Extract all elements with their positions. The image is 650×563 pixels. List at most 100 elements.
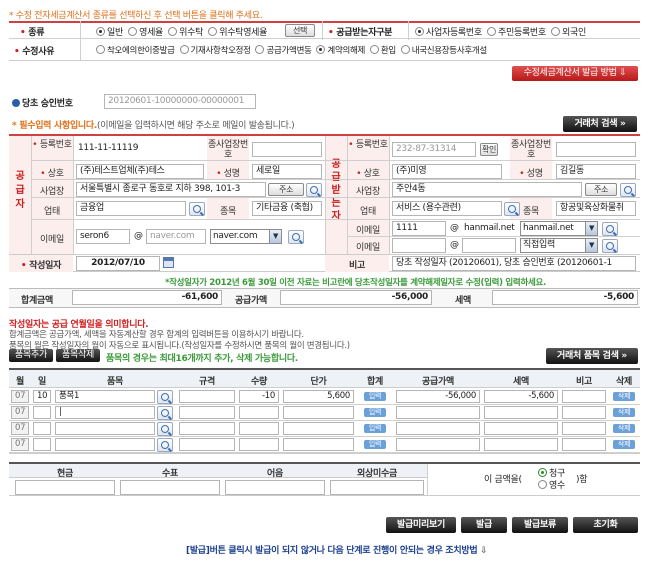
reason-radio-lc[interactable]: 내국신용장등사후개설 [400, 45, 487, 56]
partner-search-button[interactable]: 거래처 검색 » [563, 116, 637, 132]
row-note-input[interactable] [562, 406, 606, 419]
receiver-name-input[interactable]: (주)미영 [392, 164, 502, 179]
approval-input[interactable]: 20120601-10000000-00000001 [104, 94, 256, 109]
receiver-biztype-input[interactable]: 서비스 (용수관련) [392, 201, 502, 216]
receiver-address-input[interactable]: 주안4동 [392, 182, 582, 197]
row-supply-input[interactable] [396, 406, 480, 419]
row-supply-input[interactable] [396, 422, 480, 435]
supplier-email-id[interactable]: seron6 [76, 229, 130, 244]
write-date-input[interactable]: 2012/07/10 [76, 256, 160, 271]
receiver-email2-id[interactable] [392, 238, 446, 253]
recipient-radio-resident[interactable]: 주민등록번호 [487, 27, 546, 38]
row-month-input[interactable]: 07 [11, 390, 29, 403]
check-input[interactable] [120, 480, 220, 495]
row-note-input[interactable] [562, 422, 606, 435]
receipt-radio[interactable]: 영수 [538, 478, 565, 491]
receiver-address-button[interactable]: 주소 [585, 183, 617, 196]
issue-button[interactable]: 발급 [461, 517, 507, 533]
row-day-input[interactable]: 10 [33, 390, 51, 403]
row-input-button[interactable]: 입력 [364, 424, 386, 433]
revise-method-button[interactable]: 수정세금계산서 발급 방법 ⇩ [512, 66, 638, 81]
supplier-name-input[interactable]: (주)테스트업체(주)테스 [76, 164, 204, 179]
row-spec-input[interactable] [179, 390, 235, 403]
reason-radio-double[interactable]: 착오에의한이중발급 [96, 45, 175, 56]
receiver-email1-id[interactable]: 1111 [392, 221, 446, 236]
recipient-radio-biz[interactable]: 사업자등록번호 [415, 27, 482, 38]
receiver-ceo-input[interactable]: 김길동 [556, 164, 636, 179]
receiver-email2-select[interactable]: 직접입력 ▼ [520, 238, 598, 253]
row-day-input[interactable] [33, 422, 51, 435]
type-radio-consign[interactable]: 위수탁 [168, 27, 203, 38]
recipient-radio-foreign[interactable]: 외국인 [551, 27, 586, 38]
supplier-email-search-icon[interactable] [288, 230, 304, 244]
row-name-input[interactable] [55, 422, 155, 435]
remarks-input[interactable]: 당초 작성일자 (20120601), 당초 승인번호 (20120601-1 [392, 256, 636, 271]
hold-button[interactable]: 발급보류 [512, 517, 568, 533]
row-name-input[interactable]: | [55, 406, 155, 419]
row-item-search-icon[interactable] [157, 406, 173, 420]
row-day-input[interactable] [33, 406, 51, 419]
bottom-notice[interactable]: [발급]버튼 클릭시 발급이 되지 않거나 다음 단계로 진행이 안되는 경우 … [186, 543, 488, 556]
row-item-search-icon[interactable] [157, 438, 173, 452]
receiver-address-search-icon[interactable] [620, 183, 636, 197]
receiver-biztype-search-icon[interactable] [504, 202, 520, 216]
row-spec-input[interactable] [179, 438, 235, 451]
supplier-address-search-icon[interactable] [306, 183, 322, 197]
receiver-confirm-button[interactable]: 확인 [480, 143, 498, 156]
delete-item-button[interactable]: 품목삭제 [56, 349, 100, 362]
row-note-input[interactable] [562, 438, 606, 451]
supplier-email-select[interactable]: naver.com ▼ [210, 229, 282, 244]
row-note-input[interactable] [562, 390, 606, 403]
reason-radio-correct[interactable]: 기재사항착오정정 [179, 45, 251, 56]
row-item-search-icon[interactable] [157, 390, 173, 404]
reason-radio-return[interactable]: 환입 [369, 45, 396, 56]
row-tax-input[interactable] [484, 406, 558, 419]
reset-button[interactable]: 초기화 [573, 517, 638, 533]
row-month-input[interactable]: 07 [11, 422, 29, 435]
type-radio-consign-zero[interactable]: 위수탁영세율 [208, 27, 267, 38]
row-item-search-icon[interactable] [157, 422, 173, 436]
row-delete-button[interactable]: 삭제 [613, 408, 635, 417]
row-spec-input[interactable] [179, 406, 235, 419]
row-month-input[interactable]: 07 [11, 438, 29, 451]
receiver-email1-select[interactable]: hanmail.net ▼ [520, 221, 598, 236]
row-supply-input[interactable]: -56,000 [396, 390, 480, 403]
item-search-button[interactable]: 거래처 품목 검색 » [546, 348, 638, 364]
row-qty-input[interactable] [239, 406, 279, 419]
receiver-email1-search-icon[interactable] [602, 222, 618, 236]
supplier-address-input[interactable]: 서울특별시 종로구 동호로 지하 398, 101-3 [76, 182, 266, 197]
row-tax-input[interactable] [484, 438, 558, 451]
row-price-input[interactable] [283, 422, 354, 435]
supplier-biztype-input[interactable]: 금융업 [76, 201, 186, 216]
row-spec-input[interactable] [179, 422, 235, 435]
row-input-button[interactable]: 입력 [364, 408, 386, 417]
supplier-address-button[interactable]: 주소 [268, 183, 304, 196]
select-button[interactable]: 선택 [285, 24, 315, 37]
row-price-input[interactable] [283, 406, 354, 419]
supplier-email-domain[interactable]: naver.com [146, 229, 206, 244]
row-supply-input[interactable] [396, 438, 480, 451]
add-item-button[interactable]: 품목추가 [9, 349, 53, 362]
row-name-input[interactable] [55, 438, 155, 451]
receiver-email2-search-icon[interactable] [602, 239, 618, 253]
type-radio-general[interactable]: 일반 [96, 27, 123, 38]
row-qty-input[interactable]: -10 [239, 390, 279, 403]
row-price-input[interactable] [283, 438, 354, 451]
supplier-biztype-search-icon[interactable] [189, 202, 205, 216]
row-input-button[interactable]: 입력 [364, 392, 386, 401]
credit-input[interactable] [330, 480, 424, 495]
row-tax-input[interactable]: -5,600 [484, 390, 558, 403]
reason-radio-cancel[interactable]: 계약의해제 [316, 45, 365, 56]
row-input-button[interactable]: 입력 [364, 440, 386, 449]
cash-input[interactable] [15, 480, 115, 495]
reason-radio-amount[interactable]: 공급가액변동 [255, 45, 312, 56]
row-delete-button[interactable]: 삭제 [613, 392, 635, 401]
row-tax-input[interactable] [484, 422, 558, 435]
note-input[interactable] [225, 480, 325, 495]
calendar-icon[interactable] [163, 257, 174, 268]
receiver-email1-domain[interactable]: hanmail.net [464, 223, 515, 233]
row-day-input[interactable] [33, 438, 51, 451]
receiver-email2-domain[interactable] [462, 238, 516, 253]
row-name-input[interactable]: 품목1 [55, 390, 155, 403]
row-qty-input[interactable] [239, 422, 279, 435]
